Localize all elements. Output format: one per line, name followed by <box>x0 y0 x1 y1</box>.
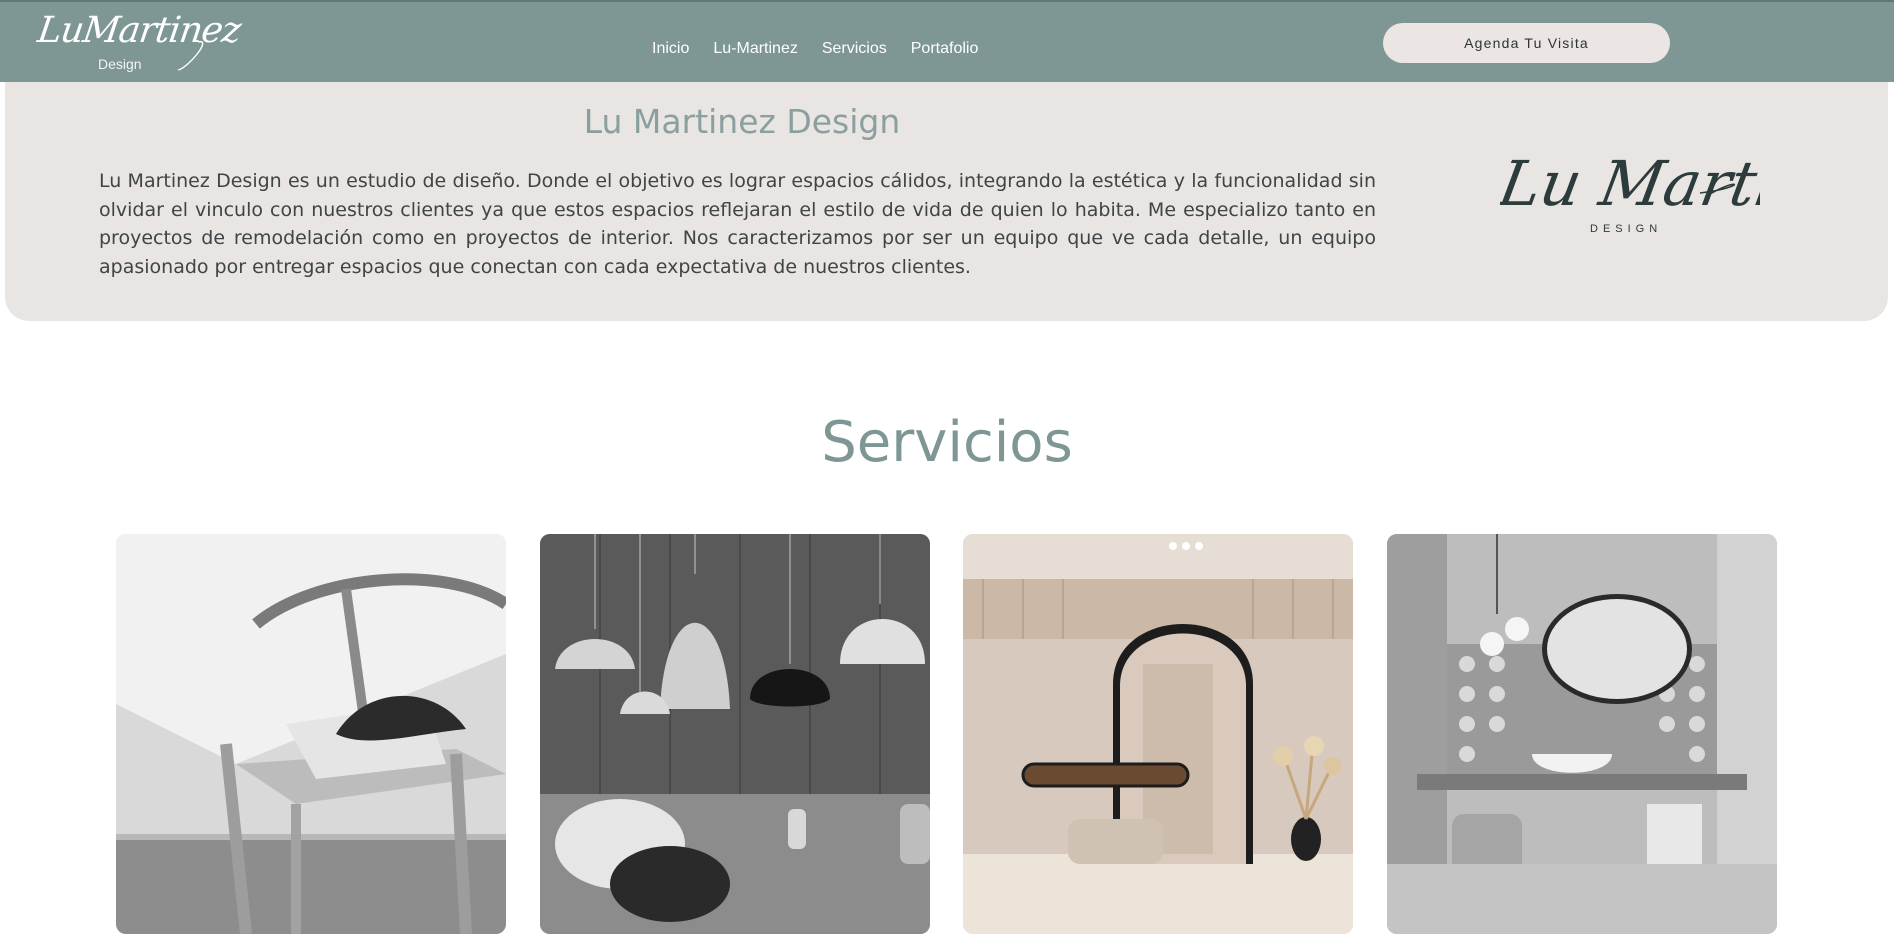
services-title: Servicios <box>821 410 1073 475</box>
nav-link-servicios[interactable]: Servicios <box>822 40 887 58</box>
about-logo-signature: Lu Martinez <box>1493 147 1893 219</box>
bathroom-photo <box>1387 534 1777 934</box>
chair-photo <box>116 534 506 934</box>
nav-link-portafolio[interactable]: Portafolio <box>911 40 979 58</box>
nav-link-inicio[interactable]: Inicio <box>652 40 689 58</box>
main-nav: Inicio Lu-Martinez Servicios Portafolio <box>652 40 978 58</box>
service-card-bathroom-image[interactable] <box>1387 534 1777 934</box>
brand-logo[interactable]: LuMartinez Design <box>35 8 243 78</box>
about-title: Lu Martinez Design <box>583 102 901 141</box>
nav-link-lu-martinez[interactable]: Lu-Martinez <box>713 40 797 58</box>
schedule-visit-button[interactable]: Agenda Tu Visita <box>1383 23 1670 63</box>
about-section: Lu Martinez Design Lu Martinez Design es… <box>5 82 1893 321</box>
service-card-entryway-image[interactable] <box>963 534 1353 934</box>
brand-logo-subtitle: Design <box>98 56 142 72</box>
about-logo-script: Lu Martinez <box>1500 147 1760 219</box>
about-logo: Lu Martinez DESIGN <box>1493 127 1893 237</box>
site-header: LuMartinez Design Inicio Lu-Martinez Ser… <box>0 0 1894 82</box>
about-logo-subtitle: DESIGN <box>1590 223 1663 235</box>
lamps-photo <box>540 534 930 934</box>
about-description: Lu Martinez Design es un estudio de dise… <box>99 170 1376 278</box>
service-card-chair-image[interactable] <box>116 534 506 934</box>
entryway-photo <box>963 534 1353 934</box>
service-card-lamps-image[interactable] <box>540 534 930 934</box>
